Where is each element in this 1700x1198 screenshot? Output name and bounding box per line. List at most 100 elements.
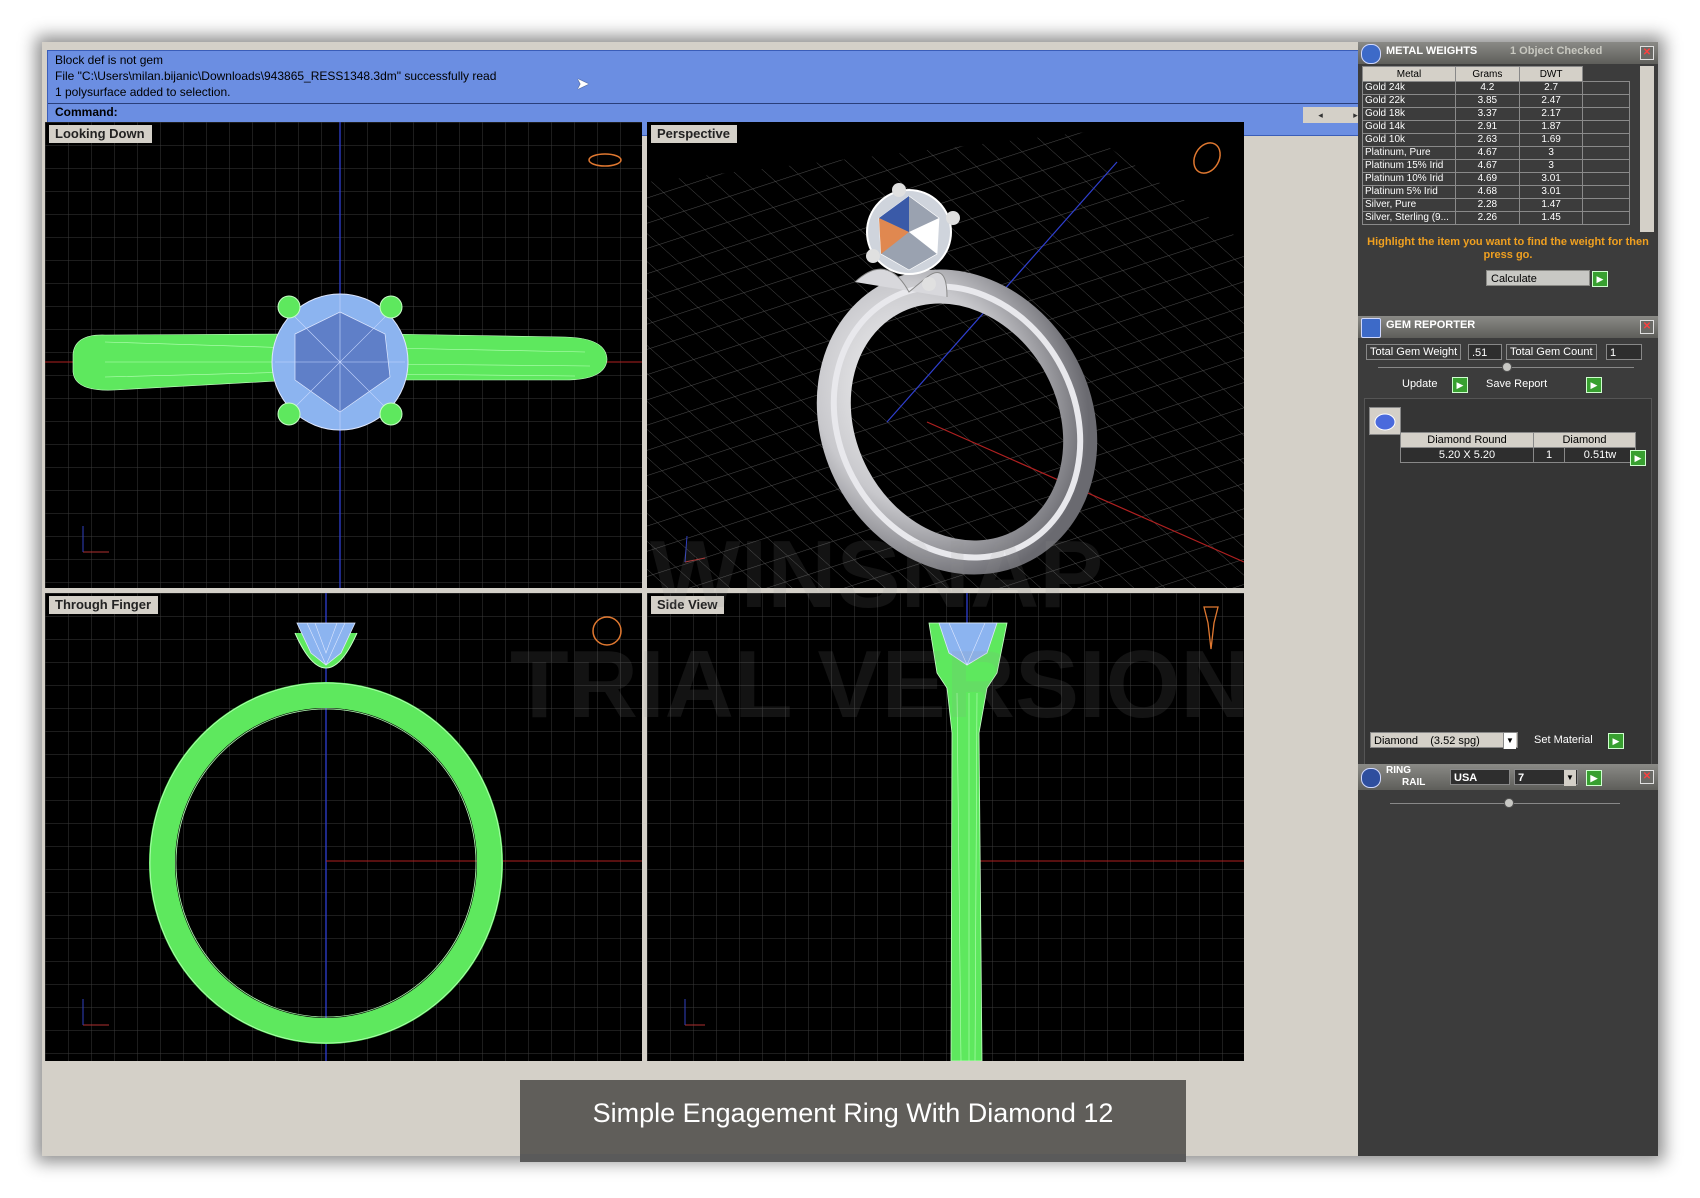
table-row[interactable]: Gold 18k 3.37 2.17 (1362, 107, 1630, 121)
viewport-through-finger[interactable]: Through Finger (45, 593, 642, 1061)
table-row[interactable]: Gold 10k 2.63 1.69 (1362, 133, 1630, 147)
metal-weights-icon (1361, 44, 1381, 64)
metal-name: Silver, Sterling (9... (1362, 211, 1456, 225)
go-arrow-icon[interactable]: ▶ (1586, 770, 1602, 786)
metal-name: Gold 22k (1362, 94, 1456, 108)
table-row[interactable]: Silver, Pure 2.28 1.47 (1362, 198, 1630, 212)
table-row[interactable]: 5.20 X 5.20 1 0.51tw (1400, 447, 1636, 463)
save-report-button[interactable]: Save Report (1482, 376, 1582, 392)
column-header-grams[interactable]: Grams (1455, 66, 1520, 82)
total-gem-count-label: Total Gem Count (1506, 344, 1597, 360)
total-gem-weight-field[interactable]: .51 (1468, 344, 1502, 360)
column-header-gem-type: Diamond (1533, 432, 1636, 448)
right-panel: METAL WEIGHTS 1 Object Checked ✕ Metal G… (1358, 42, 1658, 1156)
close-icon[interactable]: ✕ (1640, 320, 1654, 334)
table-row[interactable]: Gold 22k 3.85 2.47 (1362, 94, 1630, 108)
dwt-value: 1.87 (1518, 120, 1584, 134)
viewport-side-view[interactable]: Side View (647, 593, 1244, 1061)
close-icon[interactable]: ✕ (1640, 46, 1654, 60)
dwt-value: 3.01 (1518, 185, 1584, 199)
go-arrow-icon[interactable]: ▶ (1630, 450, 1646, 466)
grams-value: 3.85 (1455, 94, 1520, 108)
metal-name: Platinum 10% Irid (1362, 172, 1456, 186)
gem-reporter-header[interactable]: GEM REPORTER ✕ (1358, 316, 1658, 338)
table-row[interactable]: Silver, Sterling (9... 2.26 1.45 (1362, 211, 1630, 225)
app-window: Block def is not gem File "C:\Users\mila… (42, 42, 1658, 1156)
dropdown-arrow-icon[interactable]: ▼ (1503, 733, 1516, 749)
diamond-round-icon (1369, 407, 1401, 435)
metal-weights-table[interactable]: Metal Grams DWT Gold 24k 4.2 2.7 Gold 22k 3… (1362, 66, 1630, 225)
caption-text: Simple Engagement Ring With Diamond 12 (592, 1098, 1114, 1128)
gem-count: 1 (1533, 447, 1565, 463)
metal-weights-hint: Highlight the item you want to find the … (1367, 236, 1649, 261)
side-view-render (647, 593, 1244, 1061)
dwt-value: 3.01 (1518, 172, 1584, 186)
close-icon[interactable]: ✕ (1640, 770, 1654, 784)
metal-weights-scrollbar[interactable] (1640, 66, 1654, 232)
ring-size-value: 7 (1518, 772, 1525, 784)
viewport-label-through-finger[interactable]: Through Finger (49, 596, 159, 614)
calculate-button[interactable]: Calculate (1486, 270, 1590, 286)
table-row[interactable]: Platinum 5% Irid 4.68 3.01 (1362, 185, 1630, 199)
command-separator (48, 103, 1373, 104)
video-caption: Simple Engagement Ring With Diamond 12 (520, 1080, 1186, 1160)
scroll-left-icon[interactable]: ◂ (1318, 110, 1323, 121)
column-header-gem-shape: Diamond Round (1400, 432, 1534, 448)
viewport-label-looking-down[interactable]: Looking Down (49, 125, 152, 143)
go-arrow-icon[interactable]: ▶ (1608, 733, 1624, 749)
metal-name: Platinum, Pure (1362, 146, 1456, 160)
metal-name: Platinum 5% Irid (1362, 185, 1456, 199)
table-row[interactable]: Platinum, Pure 4.67 3 (1362, 146, 1630, 160)
viewport-perspective[interactable]: Perspective (647, 122, 1244, 588)
set-material-button[interactable]: Set Material (1530, 732, 1606, 748)
metal-name: Platinum 15% Irid (1362, 159, 1456, 173)
grams-value: 4.67 (1455, 159, 1520, 173)
column-header-dwt[interactable]: DWT (1518, 66, 1584, 82)
material-select-value: Diamond (3.52 spg) (1374, 735, 1480, 747)
ring-size-country-field[interactable]: USA (1450, 769, 1510, 785)
mouse-pointer-icon: ➤ (576, 76, 590, 93)
command-prompt-label: Command: (55, 105, 118, 119)
update-button[interactable]: Update (1398, 376, 1448, 392)
metal-name: Silver, Pure (1362, 198, 1456, 212)
viewport-label-side-view[interactable]: Side View (651, 596, 725, 614)
total-gem-weight-label: Total Gem Weight (1366, 344, 1462, 360)
video-progress-bar[interactable] (520, 1154, 1186, 1162)
ring-rail-header[interactable]: RING RAIL USA 7 ▼ ▶ ✕ (1358, 764, 1658, 790)
viewport-looking-down[interactable]: Looking Down (45, 122, 642, 588)
dwt-value: 3 (1518, 146, 1584, 160)
gem-report-table[interactable]: Diamond Round Diamond 5.20 X 5.20 1 0.51… (1400, 432, 1636, 463)
table-row[interactable]: Gold 14k 2.91 1.87 (1362, 120, 1630, 134)
go-arrow-icon[interactable]: ▶ (1592, 271, 1608, 287)
gem-weight: 0.51tw (1564, 447, 1636, 463)
table-row[interactable]: Platinum 10% Irid 4.69 3.01 (1362, 172, 1630, 186)
metal-name: Gold 10k (1362, 133, 1456, 147)
ring-rail-icon (1361, 768, 1381, 788)
material-select[interactable]: Diamond (3.52 spg) ▼ (1370, 732, 1518, 749)
ring-rail-slider-knob[interactable] (1504, 798, 1514, 808)
ring-rail-title-line1: RING (1386, 765, 1411, 776)
grams-value: 2.28 (1455, 198, 1520, 212)
gem-reporter-slider-knob[interactable] (1502, 362, 1512, 372)
grams-value: 4.67 (1455, 146, 1520, 160)
ring-rail-title-line2: RAIL (1402, 777, 1426, 788)
table-row[interactable]: Platinum 15% Irid 4.67 3 (1362, 159, 1630, 173)
command-history-line-2: File "C:\Users\milan.bijanic\Downloads\9… (55, 69, 497, 83)
grams-value: 3.37 (1455, 107, 1520, 121)
dropdown-arrow-icon[interactable]: ▼ (1564, 770, 1576, 786)
table-row[interactable]: Gold 24k 4.2 2.7 (1362, 81, 1630, 95)
total-gem-count-field[interactable]: 1 (1606, 344, 1642, 360)
metal-weights-header[interactable]: METAL WEIGHTS 1 Object Checked ✕ (1358, 42, 1658, 64)
grams-value: 2.91 (1455, 120, 1520, 134)
front-view-render (45, 593, 642, 1061)
dwt-value: 2.47 (1518, 94, 1584, 108)
column-header-metal[interactable]: Metal (1362, 66, 1456, 82)
dwt-value: 2.7 (1518, 81, 1584, 95)
ring-size-select[interactable]: 7 ▼ (1514, 769, 1578, 786)
gem-reporter-icon (1361, 318, 1381, 338)
command-history-line-1: Block def is not gem (55, 53, 164, 67)
viewport-label-perspective[interactable]: Perspective (651, 125, 737, 143)
go-arrow-icon[interactable]: ▶ (1452, 377, 1468, 393)
go-arrow-icon[interactable]: ▶ (1586, 377, 1602, 393)
command-history-line-3: 1 polysurface added to selection. (55, 85, 231, 99)
